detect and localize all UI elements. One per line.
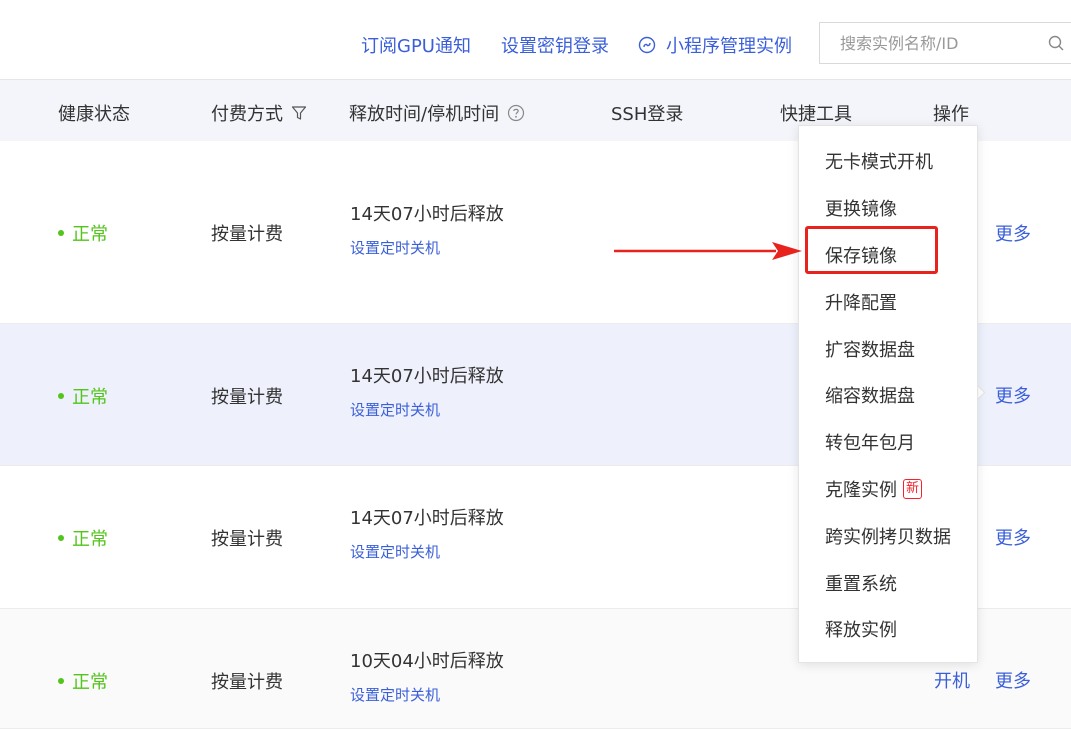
filter-icon[interactable] bbox=[291, 105, 307, 121]
menu-item-reset-system[interactable]: 重置系统 bbox=[825, 570, 897, 596]
status-dot bbox=[58, 678, 64, 684]
more-button[interactable]: 更多 bbox=[995, 382, 1031, 408]
header-tools: 快捷工具 bbox=[780, 104, 852, 125]
billing-type: 按量计费 bbox=[211, 672, 283, 693]
header-release: 释放时间/停机时间 bbox=[349, 100, 525, 126]
menu-item-clone-label: 克隆实例 bbox=[825, 480, 897, 501]
menu-item-change-image[interactable]: 更换镜像 bbox=[825, 195, 897, 221]
header-billing[interactable]: 付费方式 bbox=[211, 100, 307, 126]
more-button[interactable]: 更多 bbox=[995, 667, 1031, 693]
miniapp-icon bbox=[638, 36, 656, 54]
menu-item-clone-instance[interactable]: 克隆实例 新 bbox=[825, 476, 923, 502]
status-dot bbox=[58, 230, 64, 236]
menu-item-resize-config[interactable]: 升降配置 bbox=[825, 289, 897, 315]
set-timer-shutdown-link[interactable]: 设置定时关机 bbox=[350, 684, 440, 705]
miniapp-manage-link[interactable]: 小程序管理实例 bbox=[638, 32, 792, 58]
health-status-label: 正常 bbox=[72, 224, 108, 245]
set-timer-shutdown-link[interactable]: 设置定时关机 bbox=[350, 541, 440, 562]
more-button[interactable]: 更多 bbox=[995, 524, 1031, 550]
more-dropdown-menu: 无卡模式开机 更换镜像 保存镜像 升降配置 扩容数据盘 缩容数据盘 转包年包月 … bbox=[798, 125, 978, 663]
miniapp-manage-label: 小程序管理实例 bbox=[666, 36, 792, 57]
health-status: 正常 bbox=[58, 668, 108, 694]
search-input[interactable] bbox=[838, 33, 1042, 54]
menu-item-convert-subscription[interactable]: 转包年包月 bbox=[825, 429, 915, 455]
annotation-arrow-icon bbox=[614, 242, 802, 260]
menu-item-expand-disk[interactable]: 扩容数据盘 bbox=[825, 336, 915, 362]
subscribe-gpu-link[interactable]: 订阅GPU通知 bbox=[361, 32, 471, 58]
header-billing-label: 付费方式 bbox=[211, 104, 283, 125]
health-status: 正常 bbox=[58, 383, 108, 409]
power-on-button[interactable]: 开机 bbox=[934, 667, 970, 693]
menu-item-release-instance[interactable]: 释放实例 bbox=[825, 616, 897, 642]
header-health: 健康状态 bbox=[58, 104, 130, 125]
health-status-label: 正常 bbox=[72, 387, 108, 408]
more-button[interactable]: 更多 bbox=[995, 220, 1031, 246]
release-time: 14天07小时后释放 bbox=[350, 508, 504, 529]
status-dot bbox=[58, 393, 64, 399]
billing-type: 按量计费 bbox=[211, 224, 283, 245]
search-icon[interactable] bbox=[1048, 35, 1064, 51]
highlight-box bbox=[805, 226, 938, 274]
header-release-label: 释放时间/停机时间 bbox=[349, 104, 500, 125]
billing-type: 按量计费 bbox=[211, 387, 283, 408]
header-actions: 操作 bbox=[933, 104, 969, 125]
menu-item-copy-data[interactable]: 跨实例拷贝数据 bbox=[825, 523, 951, 549]
help-circle-icon[interactable] bbox=[507, 104, 525, 122]
release-time: 14天07小时后释放 bbox=[350, 204, 504, 225]
toolbar: 订阅GPU通知 设置密钥登录 小程序管理实例 bbox=[0, 0, 1071, 80]
menu-item-gpu-less-boot[interactable]: 无卡模式开机 bbox=[825, 148, 933, 174]
health-status: 正常 bbox=[58, 220, 108, 246]
header-ssh: SSH登录 bbox=[611, 104, 684, 125]
billing-type: 按量计费 bbox=[211, 529, 283, 550]
status-dot bbox=[58, 535, 64, 541]
menu-item-shrink-disk[interactable]: 缩容数据盘 bbox=[825, 382, 915, 408]
set-timer-shutdown-link[interactable]: 设置定时关机 bbox=[350, 237, 440, 258]
search-box[interactable] bbox=[819, 22, 1071, 64]
new-badge: 新 bbox=[903, 479, 923, 499]
set-timer-shutdown-link[interactable]: 设置定时关机 bbox=[350, 399, 440, 420]
health-status-label: 正常 bbox=[72, 529, 108, 550]
set-key-login-link[interactable]: 设置密钥登录 bbox=[501, 32, 609, 58]
release-time: 10天04小时后释放 bbox=[350, 651, 504, 672]
health-status-label: 正常 bbox=[72, 672, 108, 693]
release-time: 14天07小时后释放 bbox=[350, 366, 504, 387]
health-status: 正常 bbox=[58, 525, 108, 551]
